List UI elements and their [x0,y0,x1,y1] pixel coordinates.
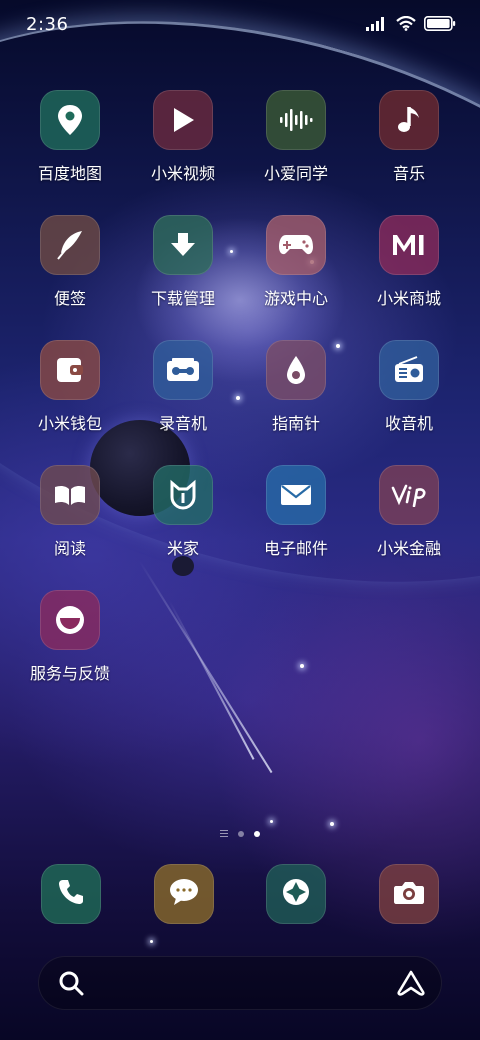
app-label: 收音机 [384,414,433,433]
app-mi-video[interactable]: 小米视频 [128,90,238,184]
compass-drop-icon [266,340,326,400]
wallpaper-star [330,822,334,826]
dock-phone[interactable] [41,864,101,924]
assistant-icon[interactable] [396,969,426,1001]
app-compass[interactable]: 指南针 [241,340,351,434]
dock-messages[interactable] [154,864,214,924]
app-label: 电子邮件 [263,539,328,558]
wallpaper-star [150,940,153,943]
gamepad-icon [266,215,326,275]
message-bubble-icon [168,877,200,911]
wallet-icon [40,340,100,400]
mi-logo-icon [379,215,439,275]
dock-camera[interactable] [379,864,439,924]
play-icon [153,90,213,150]
app-mi-store[interactable]: 小米商城 [354,215,464,309]
app-xiaoai[interactable]: 小爱同学 [241,90,351,184]
camera-icon [393,879,425,909]
app-label: 阅读 [53,539,86,558]
app-label: 小米钱包 [37,414,102,433]
app-recorder[interactable]: 录音机 [128,340,238,434]
wallpaper-moon [172,556,194,576]
app-label: 服务与反馈 [29,664,110,683]
app-label: 便签 [53,289,86,308]
smile-icon [40,590,100,650]
app-label: 录音机 [158,414,207,433]
wallpaper-star [300,664,304,668]
app-notes[interactable]: 便签 [15,215,125,309]
page-dot-active [254,830,260,837]
page-indicator[interactable] [0,830,480,837]
app-music[interactable]: 音乐 [354,90,464,184]
app-game-center[interactable]: 游戏中心 [241,215,351,309]
page-menu-icon [220,830,228,837]
mijia-icon [153,465,213,525]
app-baidu-map[interactable]: 百度地图 [15,90,125,184]
radio-icon [379,340,439,400]
app-service-feedback[interactable]: 服务与反馈 [15,590,125,684]
page-dot [238,830,244,837]
cassette-icon [153,340,213,400]
app-radio[interactable]: 收音机 [354,340,464,434]
wifi-icon [396,15,416,35]
app-mijia[interactable]: 米家 [128,465,238,559]
book-icon [40,465,100,525]
app-label: 米家 [166,539,199,558]
search-bar[interactable] [38,956,442,1010]
app-label: 小米商城 [376,289,441,308]
app-label: 游戏中心 [263,289,328,308]
search-icon[interactable] [58,970,84,1000]
feather-icon [40,215,100,275]
sound-wave-icon [266,90,326,150]
mail-icon [266,465,326,525]
app-label: 百度地图 [37,164,102,183]
dock-browser[interactable] [266,864,326,924]
app-email[interactable]: 电子邮件 [241,465,351,559]
battery-icon [424,16,456,35]
signal-icon [366,16,388,35]
status-time: 2:36 [26,14,69,35]
app-label: 小米金融 [376,539,441,558]
app-label: 指南针 [271,414,320,433]
app-mi-finance[interactable]: 小米金融 [354,465,464,559]
status-bar: 2:36 [0,0,480,50]
wallpaper-star [270,820,273,823]
app-label: 小米视频 [150,164,215,183]
location-pin-icon [40,90,100,150]
app-label: 小爱同学 [263,164,328,183]
app-downloads[interactable]: 下载管理 [128,215,238,309]
app-mi-wallet[interactable]: 小米钱包 [15,340,125,434]
phone-icon [57,878,85,910]
home-screen: 2:36 百度地图 小米视频 小爱同学 音乐 便签 下载管理 游戏中心 小米商城… [0,0,480,1040]
app-reader[interactable]: 阅读 [15,465,125,559]
wallpaper-streak [168,600,255,760]
app-label: 音乐 [392,164,425,183]
music-note-icon [379,90,439,150]
app-label: 下载管理 [150,289,215,308]
vip-icon [379,465,439,525]
status-icons [366,15,456,35]
download-arrow-icon [153,215,213,275]
camera-shutter-icon [281,877,311,911]
